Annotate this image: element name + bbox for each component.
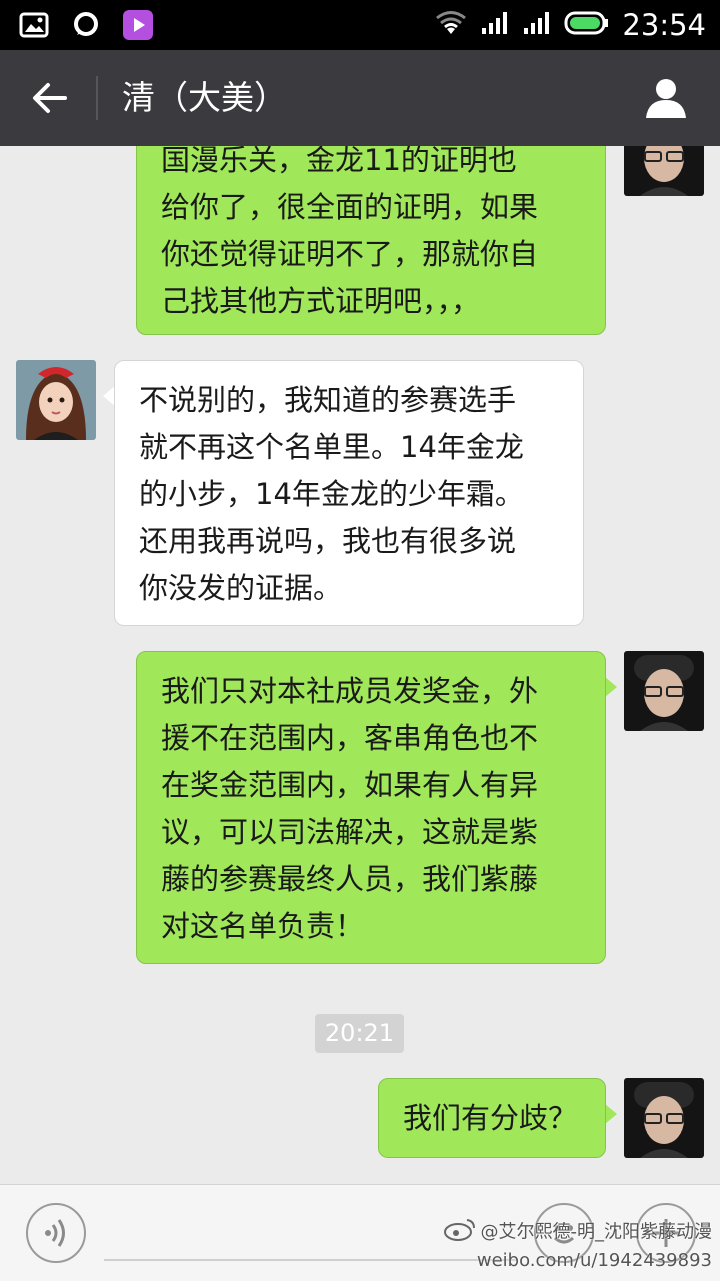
- contact-info-button[interactable]: [640, 72, 692, 124]
- message-bubble-icon: [70, 9, 102, 41]
- wifi-icon: [434, 10, 468, 40]
- message-bubble-incoming[interactable]: 不说别的，我知道的参赛选手 就不再这个名单里。14年金龙 的小步，14年金龙的少…: [114, 360, 584, 626]
- signal-icon: [480, 10, 510, 40]
- status-time: 23:54: [622, 8, 706, 42]
- message-text-line: 在奖金范围内，如果有人有异: [161, 768, 539, 802]
- message-list[interactable]: 国漫乐关，金龙11的证明也 给你了，很全面的证明，如果 你还觉得证明不了，那就你…: [0, 146, 720, 1184]
- weibo-watermark: @艾尔熙德-明_沈阳紫藤动漫 weibo.com/u/1942439893: [443, 1216, 713, 1273]
- status-bar-system: 23:54: [434, 8, 706, 42]
- watermark-line-1: @艾尔熙德-明_沈阳紫藤动漫: [480, 1221, 713, 1243]
- message-text-line: 议，可以司法解决，这就是紫: [161, 815, 539, 849]
- message-text-line: 还用我再说吗，我也有很多说: [139, 524, 517, 558]
- message-bubble-outgoing[interactable]: 我们只对本社成员发奖金，外 援不在范围内，客串角色也不 在奖金范围内，如果有人有…: [136, 651, 606, 964]
- status-bar: 23:54: [0, 0, 720, 50]
- message-text-line: 藤的参赛最终人员，我们紫藤: [161, 862, 539, 896]
- timestamp-badge: 20:21: [315, 1014, 404, 1053]
- voice-icon: [45, 1219, 65, 1247]
- contact-avatar[interactable]: [16, 360, 96, 440]
- message-text-line: 就不再这个名单里。14年金龙: [139, 430, 524, 464]
- message-text-line: 不说别的，我知道的参赛选手: [139, 383, 517, 417]
- message-bubble-outgoing[interactable]: 我们有分歧？: [378, 1078, 606, 1158]
- bubble-tail: [605, 677, 617, 697]
- signal-icon: [522, 10, 552, 40]
- my-avatar[interactable]: [624, 1078, 704, 1158]
- watermark-line-2: weibo.com/u/1942439893: [476, 1250, 712, 1271]
- battery-icon: [564, 10, 610, 40]
- message-text-line: 我们有分歧？: [403, 1101, 578, 1135]
- weibo-logo-icon: [443, 1216, 477, 1249]
- video-player-icon: [122, 9, 154, 41]
- message-text-line: 你没发的证据。: [139, 571, 343, 605]
- image-icon: [18, 9, 50, 41]
- status-bar-notifications: [18, 9, 154, 41]
- my-avatar[interactable]: [624, 651, 704, 731]
- message-text-line: 你还觉得证明不了，那就你自: [161, 237, 539, 271]
- chat-header: 清（大美）: [0, 50, 720, 146]
- message-text-line: 援不在范围内，客串角色也不: [161, 721, 539, 755]
- voice-button[interactable]: [26, 1203, 86, 1263]
- back-button[interactable]: [22, 70, 78, 126]
- chat-title: 清（大美）: [122, 78, 287, 117]
- message-text-line: 给你了，很全面的证明，如果: [161, 190, 539, 224]
- message-text-line: 国漫乐关，金龙11的证明也: [161, 146, 517, 177]
- person-icon: [646, 79, 686, 118]
- my-avatar[interactable]: [624, 146, 704, 196]
- message-bubble-outgoing[interactable]: 国漫乐关，金龙11的证明也 给你了，很全面的证明，如果 你还觉得证明不了，那就你…: [136, 146, 606, 335]
- header-divider: [96, 76, 98, 120]
- back-arrow-icon: [33, 83, 67, 113]
- message-text-line: 己找其他方式证明吧，，，: [161, 284, 481, 318]
- message-text-line: 我们只对本社成员发奖金，外: [161, 674, 539, 708]
- message-text-line: 的小步，14年金龙的少年霜。: [139, 477, 524, 511]
- bubble-tail: [605, 1104, 617, 1124]
- message-text-line: 对这名单负责！: [161, 909, 365, 943]
